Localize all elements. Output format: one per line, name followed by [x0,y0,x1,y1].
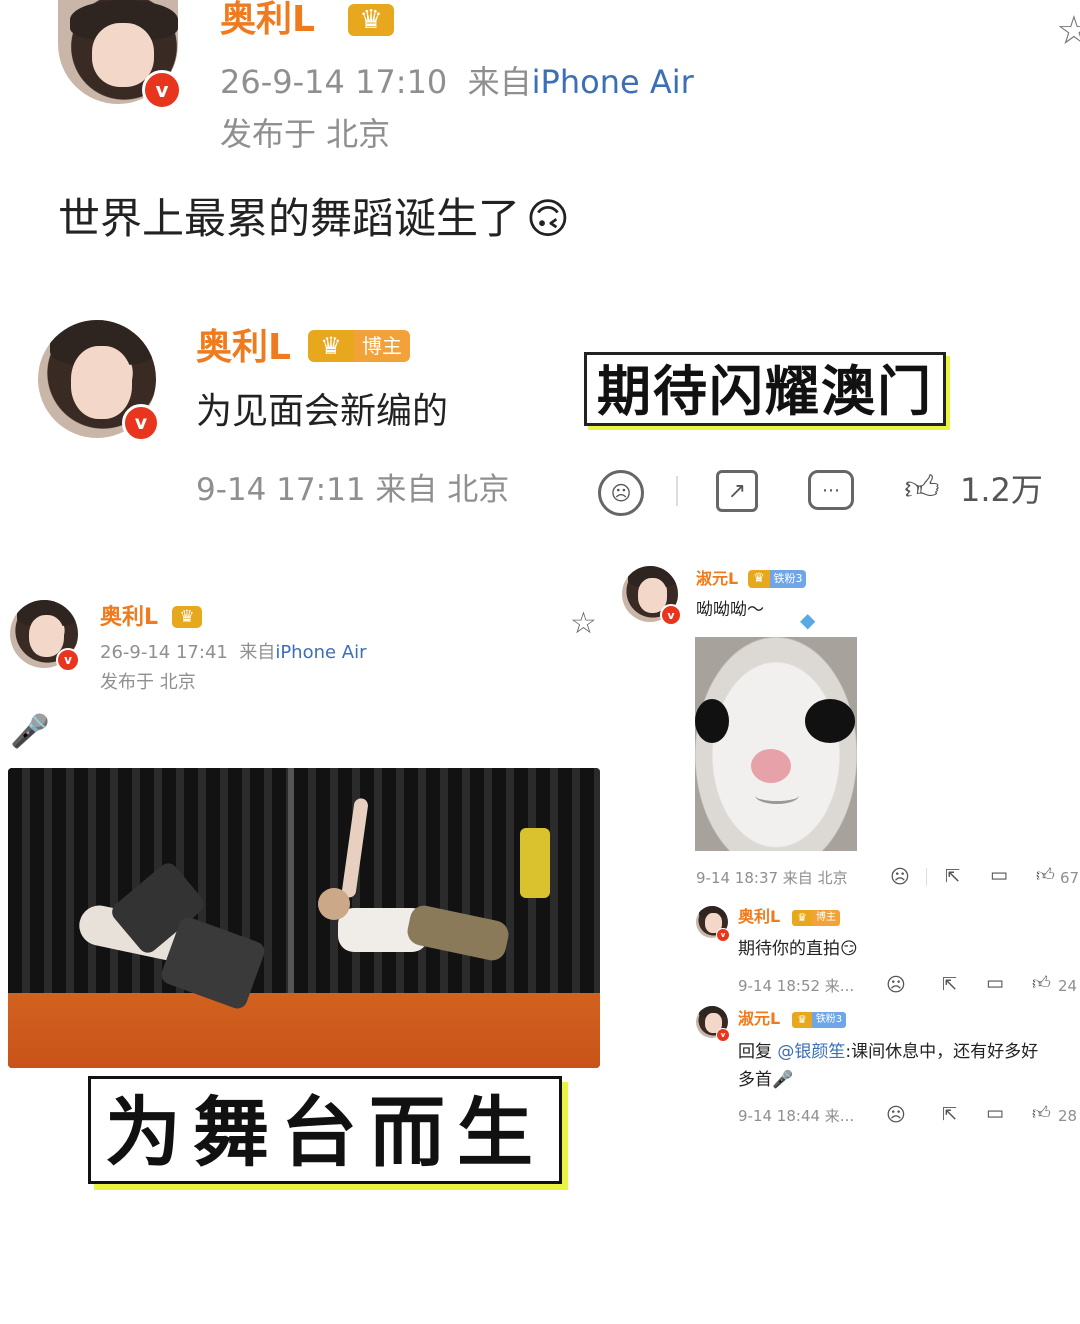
comment3-meta: 9-14 18:44 来... [738,1107,855,1125]
comment2-text: 期待你的直拍😏 [738,939,858,959]
sticker-text-content: 期待闪耀澳门 [584,352,946,426]
share-icon[interactable]: ↗ [716,470,758,512]
dancer-right [298,797,512,1028]
reply-meta: 9-14 17:11 来自 北京 [196,472,510,508]
like-icon[interactable]: 👍︎ [1032,1102,1051,1124]
dislike-icon[interactable]: ☹ [598,470,644,516]
post2-timestamp: 26-9-14 17:41 [100,642,228,663]
cat-eye-left [695,699,729,743]
post2-author-name[interactable]: 奥利L [100,604,158,632]
like-icon[interactable]: 👍︎ [902,468,942,508]
star-icon[interactable]: ☆ [570,606,597,641]
share-icon[interactable]: ⇱ [942,974,957,995]
crown-icon: ♛ [308,330,354,362]
post-text: 世界上最累的舞蹈诞生了 🙃 [58,194,570,243]
comment2-meta: 9-14 18:52 来... [738,977,855,995]
mention-link[interactable]: @银颜笙 [777,1042,845,1062]
comment1-author[interactable]: 淑元L [696,568,738,590]
divider [676,476,678,506]
jacket-on-stand [520,828,550,898]
dislike-icon[interactable]: ☹ [886,1104,906,1126]
microphone-emoji: 🎤 [10,712,50,750]
dislike-icon[interactable]: ☹ [890,866,910,888]
crown-icon: ♛ [792,910,812,926]
verified-badge-icon: v [142,70,182,110]
cat-mouth [755,787,799,804]
diamond-icon: ◆ [800,608,816,632]
crown-icon: ♛ [748,570,770,588]
dance-photo[interactable] [8,768,600,1068]
crown-icon: ♛ [172,606,202,628]
author-name[interactable]: 奥利L [220,0,315,40]
post2-source-device[interactable]: iPhone Air [275,642,366,663]
comment3-text-line2: 多首🎤 [738,1070,794,1090]
dislike-icon[interactable]: ☹ [886,974,906,996]
star-icon[interactable]: ☆ [1056,8,1080,54]
crown-icon [348,4,394,36]
divider [926,868,927,886]
smirk-emoji: 😏 [840,939,858,959]
comment2-like-count: 24 [1058,977,1078,995]
comment3-like-count: 28 [1058,1107,1078,1125]
post2-location: 发布于 北京 [100,672,196,693]
comment-icon[interactable]: ▭ [986,972,1004,994]
verified-badge-icon: v [716,928,730,942]
comment1-meta: 9-14 18:37 来自 北京 [696,869,848,887]
share-icon[interactable]: ⇱ [945,866,960,887]
comment1-like-count: 67 [1060,869,1080,887]
comment-icon[interactable]: ▭ [990,864,1008,886]
blogger-badge: 博主 [812,910,840,926]
fan-badge: 铁粉3 [770,570,806,588]
verified-badge-icon: v [122,404,160,442]
cat-nose [751,749,791,783]
reply-author-name[interactable]: 奥利L [196,326,291,370]
caption-sticker: 为舞台而生 [88,1076,562,1184]
caption-sticker-text: 为舞台而生 [88,1076,562,1184]
microphone-emoji: 🎤 [772,1070,794,1090]
verified-badge-icon: v [660,604,682,626]
dancer-left [75,858,268,1012]
comment3-text: 回复 @银颜笙:课间休息中，还有好多好 [738,1042,1039,1062]
post-location: 发布于 北京 [220,115,391,153]
reply-text: 为见面会新编的 [196,391,449,432]
crown-icon: ♛ [792,1012,812,1028]
verified-badge-icon: v [716,1028,730,1042]
share-icon[interactable]: ⇱ [942,1104,957,1125]
cat-image[interactable] [695,637,857,851]
like-count: 1.2万 [960,471,1043,509]
upside-down-emoji: 🙃 [526,194,570,243]
blogger-badge: 博主 [354,330,410,362]
sticker-text: 期待闪耀澳门 [584,352,946,426]
like-icon[interactable]: 👍︎ [1036,864,1055,886]
post-meta: 26-9-14 17:10 来自iPhone Air [220,62,694,102]
comment2-author[interactable]: 奥利L [738,906,780,928]
source-device[interactable]: iPhone Air [532,63,694,101]
post-timestamp: 26-9-14 17:10 [220,63,448,101]
verified-badge-icon: v [56,648,80,672]
comment3-author[interactable]: 淑元L [738,1008,780,1030]
comment-icon[interactable]: ▭ [986,1102,1004,1124]
fan-badge: 铁粉3 [812,1012,846,1028]
source-prefix: 来自 [467,63,532,101]
post2-meta: 26-9-14 17:41 来自iPhone Air [100,642,367,663]
comment-icon[interactable]: ⋯ [808,470,854,510]
cat-eye-right [805,699,855,743]
like-icon[interactable]: 👍︎ [1032,972,1051,994]
comment1-text: 呦呦呦～ [696,600,764,620]
